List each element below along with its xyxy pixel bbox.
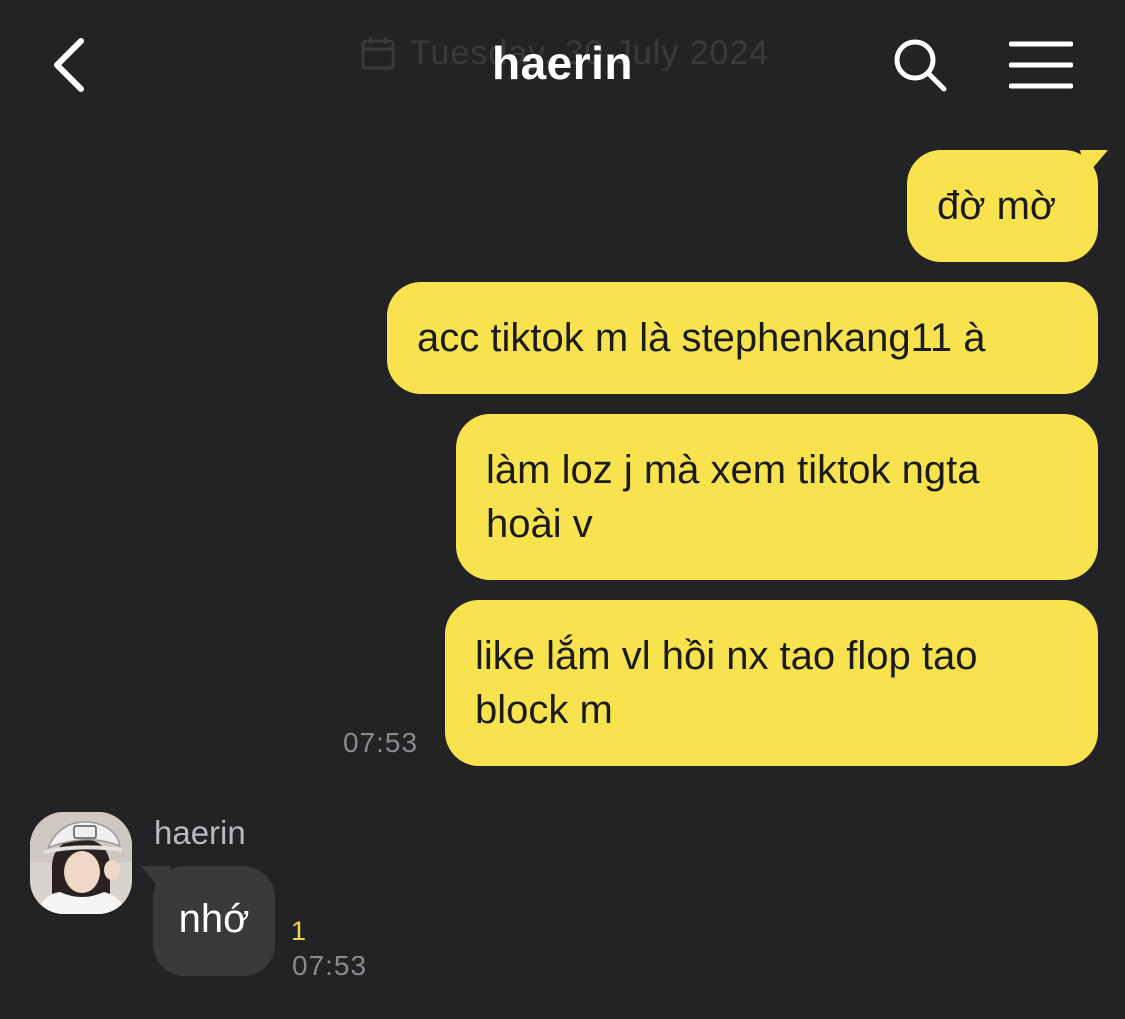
outgoing-message[interactable]: làm loz j mà xem tiktok ngta hoài v <box>456 414 1098 580</box>
outgoing-message[interactable]: đờ mờ <box>907 150 1108 262</box>
message-text: đờ mờ <box>937 184 1057 228</box>
chat-header: Tuesday, 30 July 2024 haerin <box>0 0 1125 130</box>
chat-title: haerin <box>491 37 634 89</box>
message-timestamp: 07:53 <box>292 950 368 981</box>
message-timestamp: 07:53 <box>343 727 419 758</box>
outgoing-message[interactable]: acc tiktok m là stephenkang11 à <box>387 282 1098 394</box>
unread-count: 1 <box>291 916 307 946</box>
incoming-message[interactable]: nhớ <box>141 866 275 976</box>
message-text: block m <box>475 688 613 732</box>
search-button[interactable] <box>885 30 955 100</box>
hamburger-menu-icon <box>1009 41 1073 89</box>
search-icon <box>894 39 947 92</box>
message-text: hoài v <box>486 502 593 546</box>
bubble-tail <box>1080 150 1108 176</box>
avatar[interactable] <box>30 812 132 914</box>
menu-button[interactable] <box>1002 30 1080 100</box>
message-text: like lắm vl hồi nx tao flop tao <box>475 634 978 678</box>
message-text: nhớ <box>178 896 250 941</box>
sender-name: haerin <box>154 814 246 851</box>
message-text: acc tiktok m là stephenkang11 à <box>417 316 986 360</box>
message-text: làm loz j mà xem tiktok ngta <box>486 448 980 492</box>
profile-photo <box>30 812 132 914</box>
bubble-tail <box>141 866 171 892</box>
outgoing-message[interactable]: like lắm vl hồi nx tao flop tao block m <box>445 600 1098 766</box>
